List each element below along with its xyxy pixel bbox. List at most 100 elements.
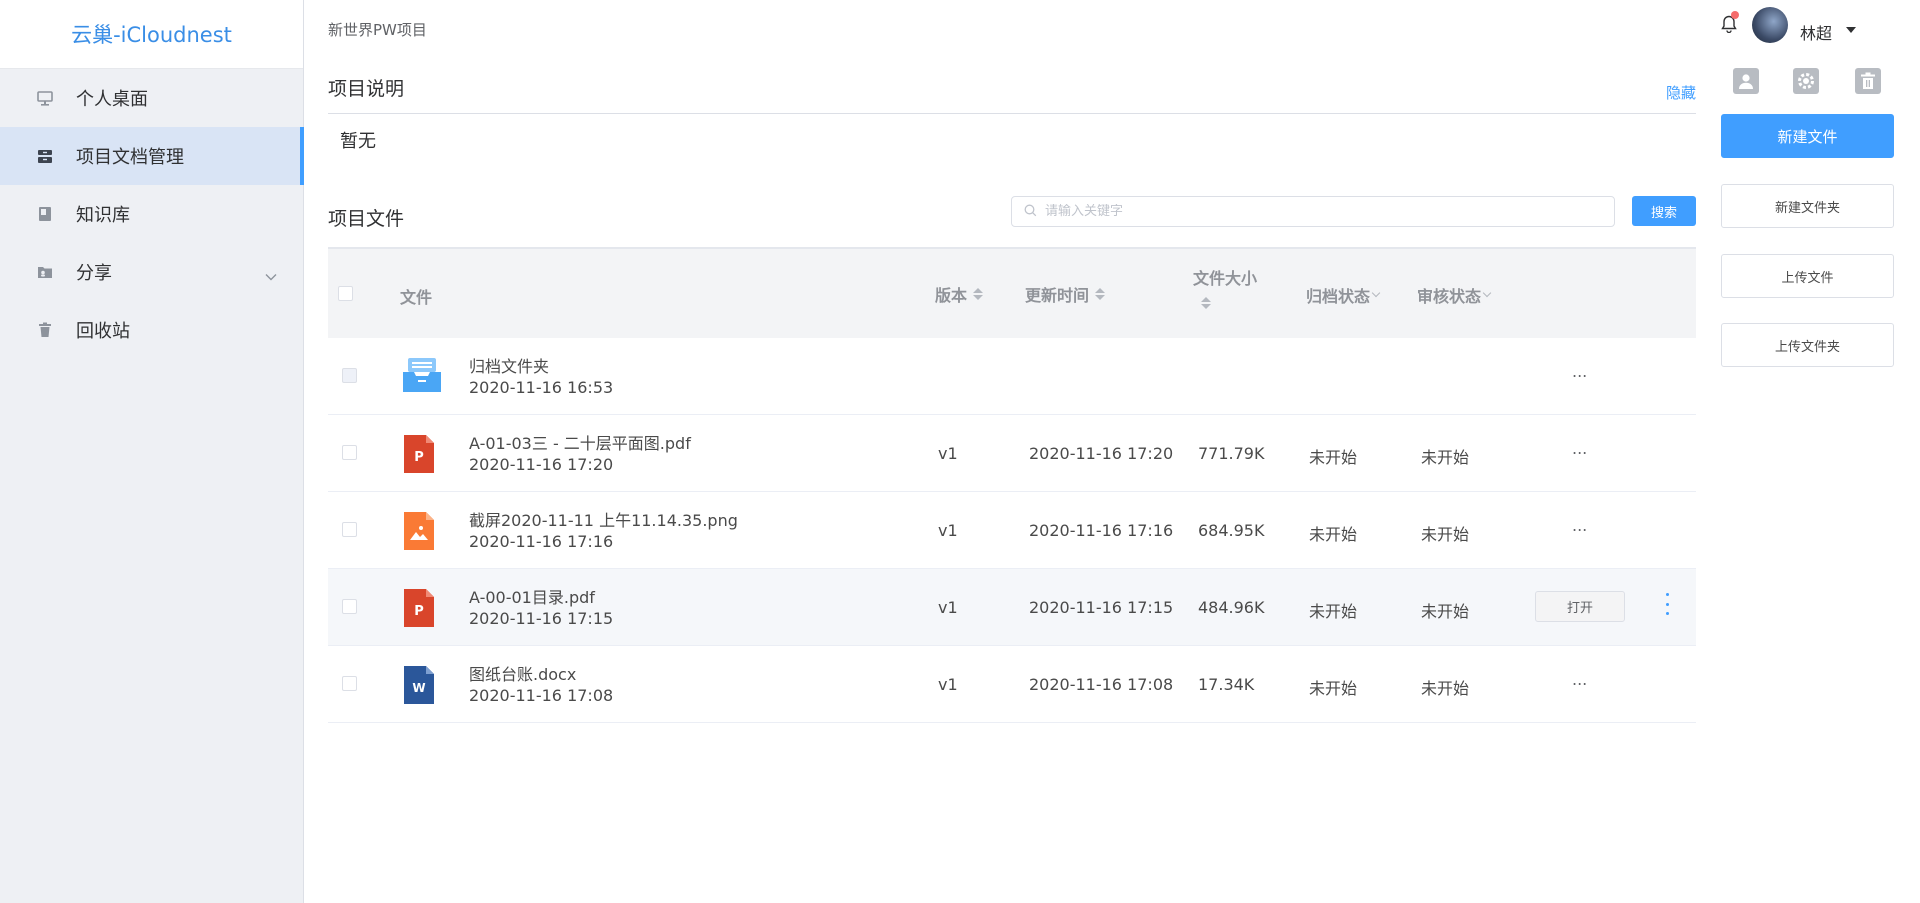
file-time: 2020-11-16 17:15: [469, 609, 614, 628]
column-size[interactable]: 文件大小: [1193, 265, 1257, 309]
table-row[interactable]: P A-00-01目录.pdf 2020-11-16 17:15 v1 2020…: [328, 569, 1696, 646]
files-title: 项目文件: [328, 208, 405, 230]
sort-icon[interactable]: [973, 288, 984, 300]
review-status: 未开始: [1421, 448, 1470, 467]
shared-folder-icon: [36, 263, 54, 281]
file-name[interactable]: A-01-03三 - 二十层平面图.pdf: [469, 430, 691, 454]
archive-folder-icon: [402, 358, 442, 398]
inbox-icon: [36, 147, 54, 165]
table-row[interactable]: 截屏2020-11-11 上午11.14.35.png 2020-11-16 1…: [328, 492, 1696, 569]
sidebar-item-share[interactable]: 分享: [0, 243, 303, 301]
delete-icon[interactable]: [1855, 68, 1881, 94]
new-folder-button[interactable]: 新建文件夹: [1721, 184, 1894, 228]
sidebar-item-trash[interactable]: 回收站: [0, 301, 303, 359]
pdf-file-icon: P: [402, 589, 436, 631]
file-updated: 2020-11-16 17:20: [1029, 444, 1174, 463]
select-all-checkbox[interactable]: [338, 286, 353, 301]
archive-status: 未开始: [1309, 679, 1358, 698]
table-row[interactable]: 归档文件夹 2020-11-16 16:53 ...: [328, 338, 1696, 415]
file-size: 484.96K: [1198, 598, 1265, 617]
file-version: v1: [938, 444, 958, 463]
sort-icon[interactable]: [1201, 297, 1211, 309]
column-archive-status[interactable]: 归档状态: [1306, 283, 1381, 307]
breadcrumb[interactable]: 新世界PW项目: [328, 19, 427, 40]
file-version: v1: [938, 675, 958, 694]
book-icon: [36, 205, 54, 223]
sidebar: 云巢-iCloudnest 个人桌面 项目文档管理 知识库 分享 回收站: [0, 0, 304, 903]
chevron-down-icon[interactable]: [265, 265, 277, 286]
more-actions[interactable]: ...: [1572, 362, 1587, 381]
search-icon: [1024, 202, 1037, 221]
archive-status: 未开始: [1309, 602, 1358, 621]
description-title: 项目说明: [328, 78, 405, 100]
file-size: 17.34K: [1198, 675, 1255, 694]
file-name[interactable]: 图纸台账.docx: [469, 661, 576, 685]
file-updated: 2020-11-16 17:16: [1029, 521, 1174, 540]
search-input[interactable]: [1045, 204, 1585, 219]
main-content: 新世界PW项目 项目说明 隐藏 暂无 项目文件 搜索 文件 版本 更新时间 文件…: [328, 0, 1696, 903]
more-actions[interactable]: ...: [1572, 516, 1587, 535]
sidebar-item-desktop[interactable]: 个人桌面: [0, 69, 303, 127]
file-updated: 2020-11-16 17:15: [1029, 598, 1174, 617]
gear-icon[interactable]: [1793, 68, 1819, 94]
brand-logo[interactable]: 云巢-iCloudnest: [0, 0, 303, 69]
sidebar-item-label: 分享: [76, 263, 112, 284]
open-button[interactable]: 打开: [1535, 591, 1625, 622]
file-version: v1: [938, 598, 958, 617]
file-time: 2020-11-16 17:08: [469, 686, 614, 705]
chevron-down-icon[interactable]: [1482, 288, 1492, 298]
upload-file-button[interactable]: 上传文件: [1721, 254, 1894, 298]
image-file-icon: [402, 512, 436, 554]
more-actions[interactable]: ...: [1572, 670, 1587, 689]
archive-status: 未开始: [1309, 448, 1358, 467]
svg-text:P: P: [414, 604, 424, 619]
file-name[interactable]: 截屏2020-11-11 上午11.14.35.png: [469, 507, 738, 531]
file-updated: 2020-11-16 17:08: [1029, 675, 1174, 694]
sidebar-item-knowledge[interactable]: 知识库: [0, 185, 303, 243]
file-size: 684.95K: [1198, 521, 1265, 540]
row-checkbox[interactable]: [342, 522, 357, 537]
right-panel: 林超 新建文件 新建文件夹 上传文件 上传文件夹: [1721, 0, 1894, 903]
column-review-status[interactable]: 审核状态: [1417, 283, 1492, 307]
hide-description-link[interactable]: 隐藏: [1666, 82, 1696, 103]
file-name[interactable]: 归档文件夹: [469, 353, 549, 377]
file-name[interactable]: A-00-01目录.pdf: [469, 584, 595, 608]
column-updated[interactable]: 更新时间: [1025, 282, 1106, 306]
row-checkbox[interactable]: [342, 599, 357, 614]
column-version[interactable]: 版本: [935, 282, 984, 306]
user-name[interactable]: 林超: [1800, 20, 1832, 44]
search-button[interactable]: 搜索: [1632, 196, 1696, 226]
archive-status: 未开始: [1309, 525, 1358, 544]
kebab-menu-icon[interactable]: [1664, 593, 1670, 615]
upload-folder-button[interactable]: 上传文件夹: [1721, 323, 1894, 367]
sidebar-nav: 个人桌面 项目文档管理 知识库 分享 回收站: [0, 69, 304, 359]
search-box: [1011, 196, 1615, 227]
trash-icon: [36, 321, 54, 339]
divider: [328, 113, 1696, 114]
chevron-down-icon[interactable]: [1371, 288, 1381, 298]
file-time: 2020-11-16 17:16: [469, 532, 614, 551]
more-actions[interactable]: ...: [1572, 439, 1587, 458]
monitor-icon: [36, 89, 54, 107]
bell-icon[interactable]: [1721, 11, 1739, 37]
review-status: 未开始: [1421, 525, 1470, 544]
column-file: 文件: [400, 288, 433, 307]
svg-text:P: P: [414, 450, 424, 465]
row-checkbox[interactable]: [342, 368, 357, 383]
row-checkbox[interactable]: [342, 445, 357, 460]
avatar[interactable]: [1752, 7, 1788, 43]
file-time: 2020-11-16 16:53: [469, 378, 614, 397]
user-icon[interactable]: [1733, 68, 1759, 94]
sidebar-item-project-docs[interactable]: 项目文档管理: [0, 127, 304, 185]
new-file-button[interactable]: 新建文件: [1721, 114, 1894, 158]
file-time: 2020-11-16 17:20: [469, 455, 614, 474]
table-header: 文件 版本 更新时间 文件大小 归档状态 审核状态: [328, 247, 1696, 338]
sidebar-item-label: 个人桌面: [76, 89, 148, 110]
table-row[interactable]: W 图纸台账.docx 2020-11-16 17:08 v1 2020-11-…: [328, 646, 1696, 723]
file-size: 771.79K: [1198, 444, 1265, 463]
row-checkbox[interactable]: [342, 676, 357, 691]
sort-icon[interactable]: [1095, 288, 1106, 300]
files-table: 文件 版本 更新时间 文件大小 归档状态 审核状态 归档文件夹 2020-11-…: [328, 247, 1696, 723]
caret-down-icon[interactable]: [1846, 27, 1856, 33]
table-row[interactable]: P A-01-03三 - 二十层平面图.pdf 2020-11-16 17:20…: [328, 415, 1696, 492]
